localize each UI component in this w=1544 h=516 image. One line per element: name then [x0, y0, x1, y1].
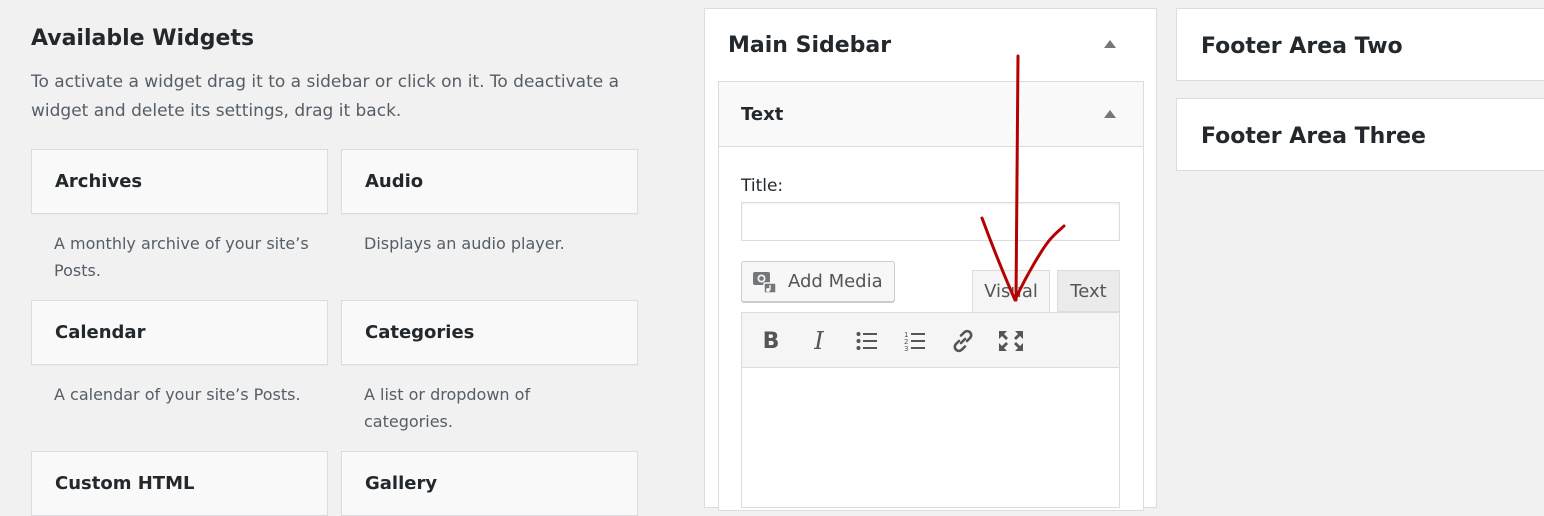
footer-area-two-panel[interactable]: Footer Area Two [1176, 8, 1544, 81]
widget-audio[interactable]: Audio [341, 149, 638, 214]
add-media-icon [752, 270, 778, 299]
red-hand-drawn-arrow-icon [980, 54, 1066, 302]
link-icon[interactable] [948, 326, 978, 356]
widget-archives-description: A monthly archive of your site’s Posts. [54, 234, 309, 280]
footer-area-three-title: Footer Area Three [1201, 124, 1426, 149]
widget-categories[interactable]: Categories [341, 300, 638, 365]
editor-content-area[interactable] [741, 368, 1120, 508]
available-widgets-description: To activate a widget drag it to a sideba… [31, 72, 620, 121]
editor-toolbar: B I 1 2 3 [741, 312, 1120, 368]
footer-area-two-title: Footer Area Two [1201, 34, 1403, 59]
numbered-list-icon[interactable]: 1 2 3 [900, 326, 930, 356]
add-media-label: Add Media [788, 271, 883, 292]
main-sidebar-collapse-icon[interactable] [1104, 40, 1116, 48]
fullscreen-icon[interactable] [996, 326, 1026, 356]
text-widget-header-label: Text [741, 104, 784, 125]
available-widgets-title: Available Widgets [31, 26, 255, 51]
widget-calendar-description: A calendar of your site’s Posts. [54, 385, 301, 404]
widget-audio-description: Displays an audio player. [364, 234, 565, 253]
title-label: Title: [741, 176, 784, 196]
widget-categories-description: A list or dropdown of categories. [364, 385, 531, 431]
svg-text:3: 3 [904, 345, 908, 352]
bold-icon[interactable]: B [756, 326, 786, 356]
add-media-button[interactable]: Add Media [741, 261, 895, 302]
widget-calendar[interactable]: Calendar [31, 300, 328, 365]
footer-area-three-panel[interactable]: Footer Area Three [1176, 98, 1544, 171]
bulleted-list-icon[interactable] [852, 326, 882, 356]
text-widget-collapse-icon[interactable] [1104, 110, 1116, 118]
widget-custom-html[interactable]: Custom HTML [31, 451, 328, 516]
italic-icon[interactable]: I [804, 326, 834, 356]
main-sidebar-title: Main Sidebar [728, 33, 892, 58]
widget-archives[interactable]: Archives [31, 149, 328, 214]
widget-gallery[interactable]: Gallery [341, 451, 638, 516]
